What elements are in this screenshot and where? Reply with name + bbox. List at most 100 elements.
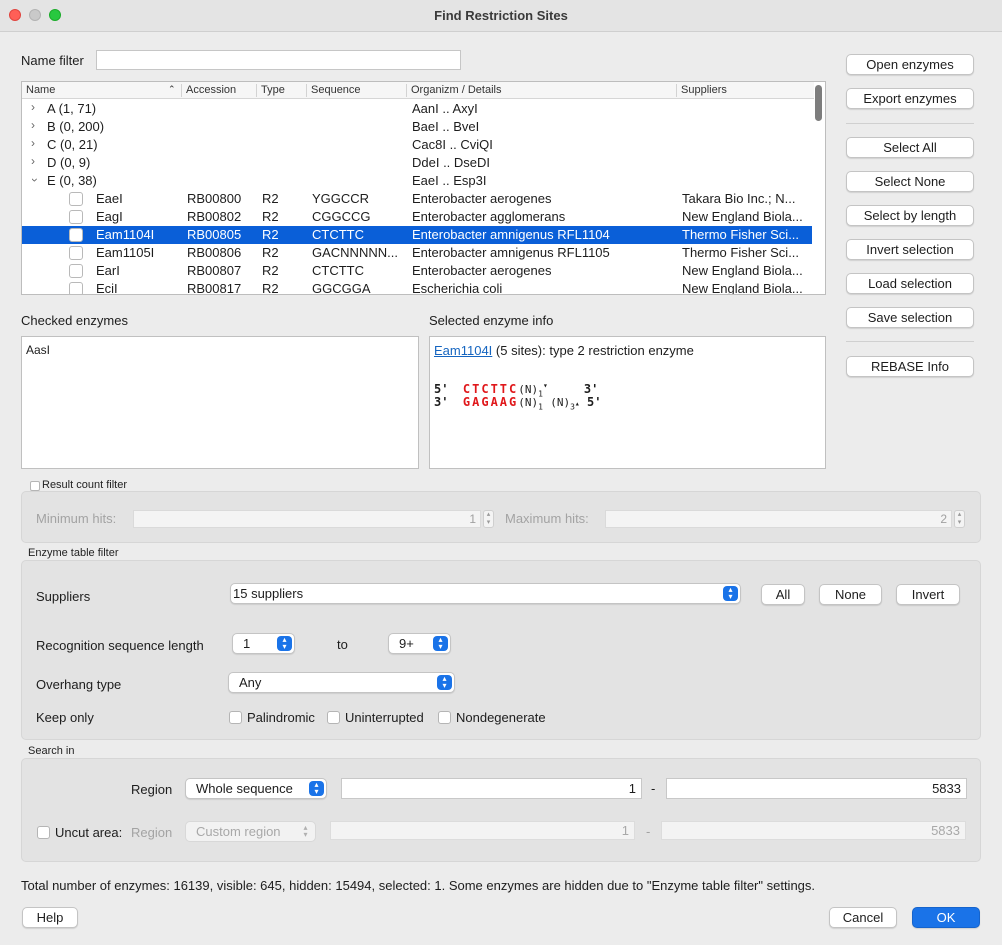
column-header-organism[interactable]: Organizm / Details — [411, 84, 501, 98]
region-value: Whole sequence — [196, 781, 293, 796]
table-row-group-b[interactable]: › B (0, 200) BaeI .. BveI — [22, 118, 812, 136]
table-row-group-e[interactable]: › E (0, 38) EaeI .. Esp3I — [22, 172, 812, 190]
uncut-end-input[interactable]: 5833 — [661, 821, 966, 840]
rebase-info-button[interactable]: REBASE Info — [846, 356, 974, 377]
cancel-button[interactable]: Cancel — [829, 907, 897, 928]
enzyme-type: R2 — [262, 281, 279, 295]
table-row[interactable]: Eam1105I RB00806 R2 GACNNNNN... Enteroba… — [22, 244, 812, 262]
enzyme-accession: RB00802 — [187, 209, 242, 224]
help-button[interactable]: Help — [22, 907, 78, 928]
enzyme-type: R2 — [262, 263, 279, 278]
group-name: E (0, 38) — [47, 173, 97, 188]
column-header-suppliers[interactable]: Suppliers — [681, 84, 727, 98]
enzyme-checkbox[interactable] — [69, 192, 83, 206]
enzyme-sequence: CTCTTC — [312, 263, 364, 278]
recognition-length-to-select[interactable]: 9+ ▴ ▾ — [388, 633, 451, 654]
column-header-accession[interactable]: Accession — [186, 84, 236, 98]
spacer-n: (N) — [550, 396, 571, 409]
table-row-group-c[interactable]: › C (0, 21) Cac8I .. CviQI — [22, 136, 812, 154]
min-hits-input[interactable]: 1 — [133, 510, 481, 528]
suppliers-invert-button[interactable]: Invert — [896, 584, 960, 605]
region-start-input[interactable]: 1 — [341, 778, 642, 799]
enzyme-table: Name ⌃ Accession Type Sequence Organizm … — [21, 81, 826, 295]
nondegenerate-checkbox[interactable] — [438, 711, 451, 724]
column-header-sequence[interactable]: Sequence — [311, 84, 361, 98]
enzyme-type: R2 — [262, 227, 279, 242]
enzyme-checkbox[interactable] — [69, 228, 83, 242]
recognition-length-from-value: 1 — [243, 636, 251, 651]
name-filter-input[interactable] — [96, 50, 461, 70]
palindromic-checkbox[interactable] — [229, 711, 242, 724]
group-name: B (0, 200) — [47, 119, 105, 134]
chevron-right-icon[interactable]: › — [31, 136, 35, 150]
enzyme-checkbox[interactable] — [69, 282, 83, 294]
table-row[interactable]: EarI RB00807 R2 CTCTTC Enterobacter aero… — [22, 262, 812, 280]
export-enzymes-button[interactable]: Export enzymes — [846, 88, 974, 109]
uninterrupted-label: Uninterrupted — [345, 710, 424, 725]
column-header-name[interactable]: Name — [26, 84, 55, 98]
table-row-group-d[interactable]: › D (0, 9) DdeI .. DseDI — [22, 154, 812, 172]
window-title: Find Restriction Sites — [434, 8, 568, 23]
select-by-length-button[interactable]: Select by length — [846, 205, 974, 226]
invert-selection-button[interactable]: Invert selection — [846, 239, 974, 260]
ok-button[interactable]: OK — [912, 907, 980, 928]
open-enzymes-button[interactable]: Open enzymes — [846, 54, 974, 75]
checked-enzymes-list[interactable]: AasI — [21, 336, 419, 469]
spacer-n: (N) — [518, 396, 539, 409]
region-end-input[interactable]: 5833 — [666, 778, 967, 799]
chevron-right-icon[interactable]: › — [31, 100, 35, 114]
suppliers-label: Suppliers — [36, 589, 91, 604]
column-header-type[interactable]: Type — [261, 84, 285, 98]
uncut-start-input[interactable]: 1 — [330, 821, 635, 840]
chevron-right-icon[interactable]: › — [31, 118, 35, 132]
table-row-selected[interactable]: Eam1104I RB00805 R2 CTCTTC Enterobacter … — [22, 226, 812, 244]
table-row-group-a[interactable]: › A (1, 71) AanI .. AxyI — [22, 100, 812, 118]
max-hits-input[interactable]: 2 — [605, 510, 952, 528]
save-selection-button[interactable]: Save selection — [846, 307, 974, 328]
suppliers-value: 15 suppliers — [233, 586, 304, 601]
table-row[interactable]: EciI RB00817 R2 GGCGGA Escherichia coli … — [22, 280, 812, 295]
enzyme-link[interactable]: Eam1104I — [434, 343, 492, 358]
suppliers-all-button[interactable]: All — [761, 584, 805, 605]
cut-marker-down-icon: ▾ — [542, 381, 548, 390]
chevron-right-icon[interactable]: › — [31, 154, 35, 168]
min-hits-stepper[interactable]: ▴ ▾ — [483, 510, 494, 528]
palindromic-label: Palindromic — [247, 710, 315, 725]
strand-label: 3' — [434, 395, 449, 409]
suppliers-none-button[interactable]: None — [819, 584, 882, 605]
uncut-area-checkbox[interactable] — [37, 826, 50, 839]
cut-marker-up-icon: ▴ — [574, 399, 580, 408]
enzyme-checkbox[interactable] — [69, 246, 83, 260]
name-filter-label: Name filter — [21, 53, 84, 68]
chevron-down-icon[interactable]: › — [28, 178, 42, 182]
max-hits-stepper[interactable]: ▴ ▾ — [954, 510, 965, 528]
select-none-button[interactable]: Select None — [846, 171, 974, 192]
suppliers-select[interactable]: 15 suppliers ▴ ▾ — [230, 583, 741, 604]
divider — [846, 123, 974, 124]
selected-enzyme-info-label: Selected enzyme info — [429, 313, 554, 328]
enzyme-checkbox[interactable] — [69, 210, 83, 224]
group-range: AanI .. AxyI — [412, 101, 478, 116]
enzyme-checkbox[interactable] — [69, 264, 83, 278]
checked-enzymes-label: Checked enzymes — [21, 313, 128, 328]
select-all-button[interactable]: Select All — [846, 137, 974, 158]
recognition-length-from-select[interactable]: 1 ▴ ▾ — [232, 633, 295, 654]
region-label: Region — [131, 782, 173, 797]
uninterrupted-checkbox[interactable] — [327, 711, 340, 724]
table-scroll-thumb[interactable] — [815, 85, 822, 121]
divider — [846, 341, 974, 342]
table-row[interactable]: EagI RB00802 R2 CGGCCG Enterobacter aggl… — [22, 208, 812, 226]
result-count-filter-checkbox[interactable] — [30, 481, 40, 491]
uncut-region-value: Custom region — [196, 824, 281, 839]
spacer-count: 1 — [538, 402, 543, 412]
table-row[interactable]: EaeI RB00800 R2 YGGCCR Enterobacter aero… — [22, 190, 812, 208]
load-selection-button[interactable]: Load selection — [846, 273, 974, 294]
select-arrows-icon: ▴ ▾ — [723, 586, 738, 601]
table-scrollbar[interactable] — [812, 83, 824, 293]
overhang-type-select[interactable]: Any ▴ ▾ — [228, 672, 455, 693]
enzyme-suppliers: New England Biola... — [682, 209, 803, 224]
list-item[interactable]: AasI — [26, 343, 50, 357]
region-select[interactable]: Whole sequence ▴ ▾ — [185, 778, 327, 799]
uncut-region-select[interactable]: Custom region ▴ ▾ — [185, 821, 316, 842]
select-arrows-icon: ▴ ▾ — [309, 781, 324, 796]
